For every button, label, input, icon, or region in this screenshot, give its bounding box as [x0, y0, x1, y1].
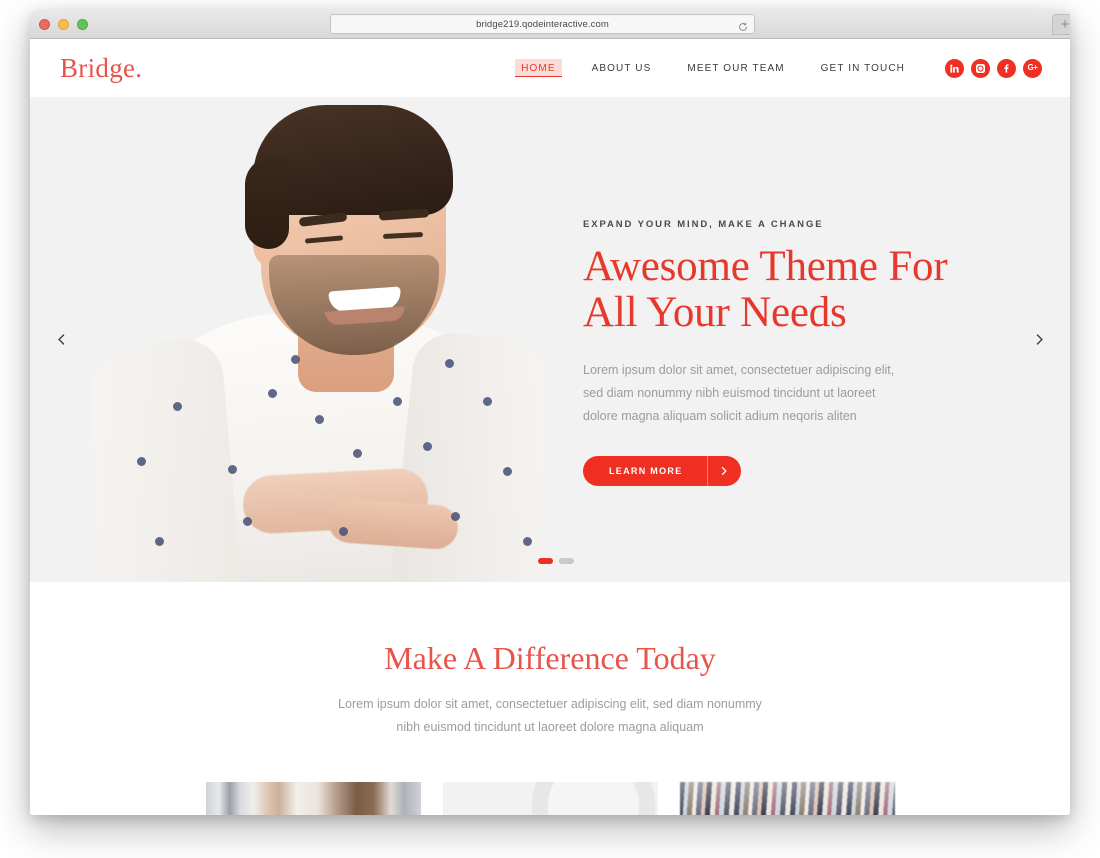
page-viewport: Bridge. HOME ABOUT US MEET OUR TEAM GET …	[30, 39, 1070, 815]
card-crowd-street[interactable]	[679, 782, 895, 815]
hero-content: EXPAND YOUR MIND, MAKE A CHANGE Awesome …	[583, 219, 983, 487]
reload-icon[interactable]	[738, 19, 748, 31]
chevron-right-icon	[1036, 334, 1043, 345]
hero-eyebrow: EXPAND YOUR MIND, MAKE A CHANGE	[583, 219, 824, 230]
facebook-icon[interactable]	[997, 58, 1016, 78]
googleplus-icon[interactable]: G+	[1023, 58, 1042, 78]
close-window-button[interactable]	[39, 19, 50, 30]
instagram-icon[interactable]	[971, 58, 990, 78]
browser-window: bridge219.qodeinteractive.com + Bridge. …	[30, 10, 1070, 815]
slider-pagination	[538, 558, 574, 564]
section-title: Make A Difference Today	[384, 640, 716, 676]
chevron-right-icon	[708, 456, 741, 486]
window-controls	[39, 19, 88, 30]
nav-item-meet-our-team[interactable]: MEET OUR TEAM	[681, 59, 790, 78]
section-subtitle: Lorem ipsum dolor sit amet, consectetuer…	[338, 697, 762, 735]
slider-dot-1[interactable]	[538, 558, 553, 564]
learn-more-label: LEARN MORE	[583, 456, 708, 487]
chevron-left-icon	[57, 334, 64, 345]
site-logo[interactable]: Bridge.	[60, 53, 142, 84]
linkedin-icon[interactable]	[945, 58, 964, 78]
nav-item-about-us[interactable]: ABOUT US	[586, 59, 658, 78]
hero-title-line-2: All Your Needs	[583, 289, 847, 337]
main-navigation: HOME ABOUT US MEET OUR TEAM GET IN TOUCH	[503, 58, 1042, 78]
browser-titlebar: bridge219.qodeinteractive.com +	[30, 10, 1070, 39]
social-links: G+	[945, 58, 1042, 78]
hero-title-line-1: Awesome Theme For	[583, 243, 948, 290]
address-bar[interactable]: bridge219.qodeinteractive.com	[330, 14, 755, 34]
nav-item-home[interactable]: HOME	[515, 59, 562, 77]
hero-photo-smiling-man	[93, 97, 543, 582]
hero-slider: EXPAND YOUR MIND, MAKE A CHANGE Awesome …	[30, 97, 1070, 582]
difference-section: Make A Difference Today Lorem ipsum dolo…	[30, 582, 1070, 815]
slider-dot-2[interactable]	[559, 558, 574, 564]
slider-prev-button[interactable]	[48, 327, 74, 353]
card-grid	[30, 782, 1070, 815]
card-hands-white-shirt[interactable]	[442, 782, 658, 815]
site-header: Bridge. HOME ABOUT US MEET OUR TEAM GET …	[30, 39, 1070, 97]
url-text: bridge219.qodeinteractive.com	[476, 18, 609, 30]
learn-more-button[interactable]: LEARN MORE	[583, 456, 741, 487]
nav-item-get-in-touch[interactable]: GET IN TOUCH	[815, 59, 911, 78]
slider-next-button[interactable]	[1026, 327, 1052, 353]
minimize-window-button[interactable]	[58, 19, 69, 30]
maximize-window-button[interactable]	[77, 19, 88, 30]
card-woman-coffee[interactable]	[205, 782, 421, 815]
hero-paragraph: Lorem ipsum dolor sit amet, consectetuer…	[583, 362, 895, 424]
new-tab-button[interactable]: +	[1052, 14, 1070, 35]
hero-title: Awesome Theme For All Your Needs	[583, 243, 983, 337]
